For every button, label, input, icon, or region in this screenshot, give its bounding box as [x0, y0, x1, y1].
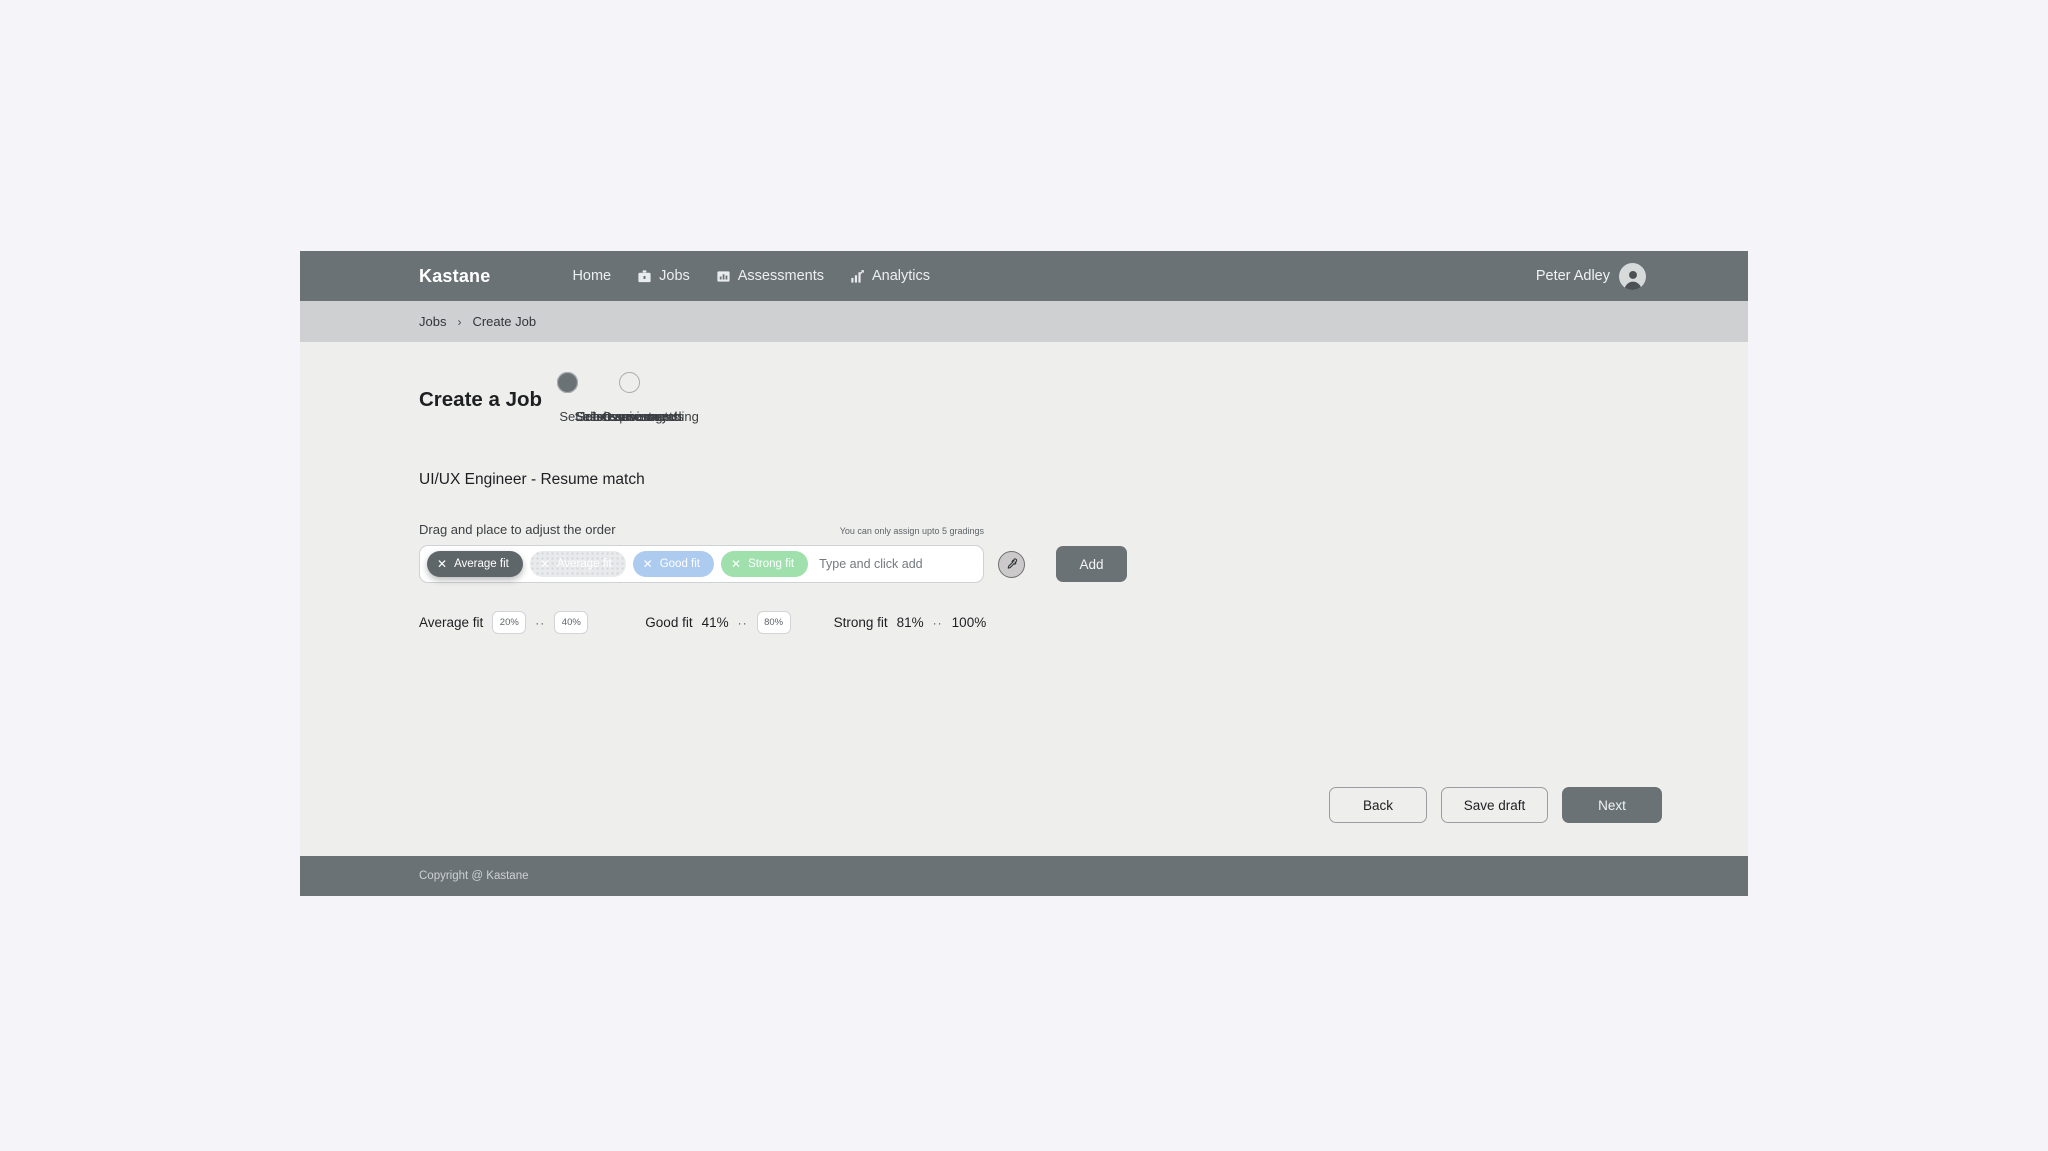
user-avatar-icon: [1623, 270, 1642, 290]
close-icon[interactable]: ✕: [731, 558, 741, 570]
close-icon[interactable]: ✕: [643, 558, 653, 570]
chip-strong-fit[interactable]: ✕ Strong fit: [721, 551, 809, 577]
nav-item-home[interactable]: Home: [572, 268, 611, 284]
range-label: Good fit: [645, 615, 693, 630]
grading-ranges: Average fit 20% ·· 40% Good fit 41% ·· 8…: [419, 611, 1748, 634]
close-icon[interactable]: ✕: [437, 558, 447, 570]
assessment-chart-icon: [716, 269, 731, 284]
grading-limit-label: You can only assign upto 5 gradings: [839, 526, 984, 536]
chip-average-fit-dragging[interactable]: ✕ Average fit: [427, 551, 523, 577]
save-draft-button[interactable]: Save draft: [1441, 787, 1548, 823]
eyedropper-icon: [1007, 557, 1018, 569]
range-separator: ··: [535, 615, 546, 630]
breadcrumb-separator-icon: ›: [457, 314, 462, 329]
top-navigation-bar: Kastane Home Jobs Assessments Analytics …: [300, 251, 1748, 301]
briefcase-icon: [637, 269, 652, 284]
back-button[interactable]: Back: [1329, 787, 1427, 823]
breadcrumb-create-job: Create Job: [472, 314, 537, 329]
nav-label-assessments: Assessments: [737, 268, 824, 284]
close-icon[interactable]: ✕: [540, 558, 550, 570]
range-average-fit: Average fit 20% ·· 40%: [419, 611, 589, 634]
main-navigation: Home Jobs Assessments Analytics: [572, 268, 930, 284]
user-menu[interactable]: Peter Adley: [1535, 262, 1646, 290]
range-to-input[interactable]: 40%: [554, 611, 589, 634]
page-footer: Copyright @ Kastane: [300, 856, 1748, 896]
page-header: Create a Job Overview Job requirements S…: [300, 342, 1748, 424]
chip-label: Average fit: [556, 558, 612, 570]
add-grading-button[interactable]: Add: [1056, 546, 1127, 582]
section-title: UI/UX Engineer - Resume match: [419, 471, 645, 488]
range-from-input[interactable]: 20%: [492, 611, 527, 634]
range-to-value: 100%: [951, 615, 987, 630]
breadcrumb-jobs[interactable]: Jobs: [419, 314, 446, 329]
form-actions: Back Save draft Next: [1329, 787, 1662, 823]
drag-hint-label: Drag and place to adjust the order: [419, 522, 616, 537]
step-connector: [578, 381, 702, 384]
step-label-job-summary: Job summary: [590, 409, 669, 424]
user-name: Peter Adley: [1535, 268, 1610, 284]
nav-item-assessments[interactable]: Assessments: [716, 268, 824, 284]
nav-item-jobs[interactable]: Jobs: [637, 268, 690, 284]
grading-chip-field[interactable]: ✕ Average fit ✕ Average fit ✕ Good fit ✕…: [419, 545, 984, 583]
color-picker-button[interactable]: [998, 550, 1025, 578]
nav-label-home: Home: [572, 268, 612, 284]
range-separator: ··: [932, 615, 943, 630]
step-node-todo[interactable]: [618, 372, 640, 393]
chip-average-fit-placeholder[interactable]: ✕ Average fit: [530, 551, 626, 577]
range-separator: ··: [737, 615, 748, 630]
copyright-label: Copyright @ Kastane: [419, 870, 529, 882]
range-from-value: 41%: [701, 615, 729, 630]
main-content: Create a Job Overview Job requirements S…: [300, 342, 1748, 856]
range-good-fit: Good fit 41% ·· 80%: [645, 611, 791, 634]
grading-chip-row: ✕ Average fit ✕ Average fit ✕ Good fit ✕…: [419, 545, 1748, 583]
chip-label: Average fit: [454, 558, 509, 570]
avatar[interactable]: [1619, 262, 1646, 290]
range-from-value: 81%: [896, 615, 924, 630]
range-strong-fit: Strong fit 81% ·· 100%: [834, 615, 987, 630]
chip-label: Strong fit: [748, 558, 795, 570]
app-window: Kastane Home Jobs Assessments Analytics …: [300, 251, 1748, 896]
nav-label-analytics: Analytics: [872, 268, 931, 284]
nav-label-jobs: Jobs: [659, 268, 690, 284]
range-label: Average fit: [419, 615, 484, 630]
grading-name-input[interactable]: [815, 557, 976, 571]
range-label: Strong fit: [833, 615, 888, 630]
breadcrumb: Jobs › Create Job: [300, 301, 1748, 342]
step-row: [618, 372, 640, 393]
chip-label: Good fit: [659, 558, 700, 570]
range-to-input[interactable]: 80%: [756, 611, 791, 634]
chip-good-fit[interactable]: ✕ Good fit: [632, 551, 714, 577]
grading-helper-row: Drag and place to adjust the order You c…: [419, 522, 984, 537]
nav-item-analytics[interactable]: Analytics: [850, 268, 930, 284]
step-node-todo[interactable]: [557, 372, 579, 393]
analytics-icon: [850, 269, 865, 284]
next-button[interactable]: Next: [1562, 787, 1662, 823]
page-title: Create a Job: [419, 388, 543, 411]
brand-logo[interactable]: Kastane: [419, 266, 490, 287]
